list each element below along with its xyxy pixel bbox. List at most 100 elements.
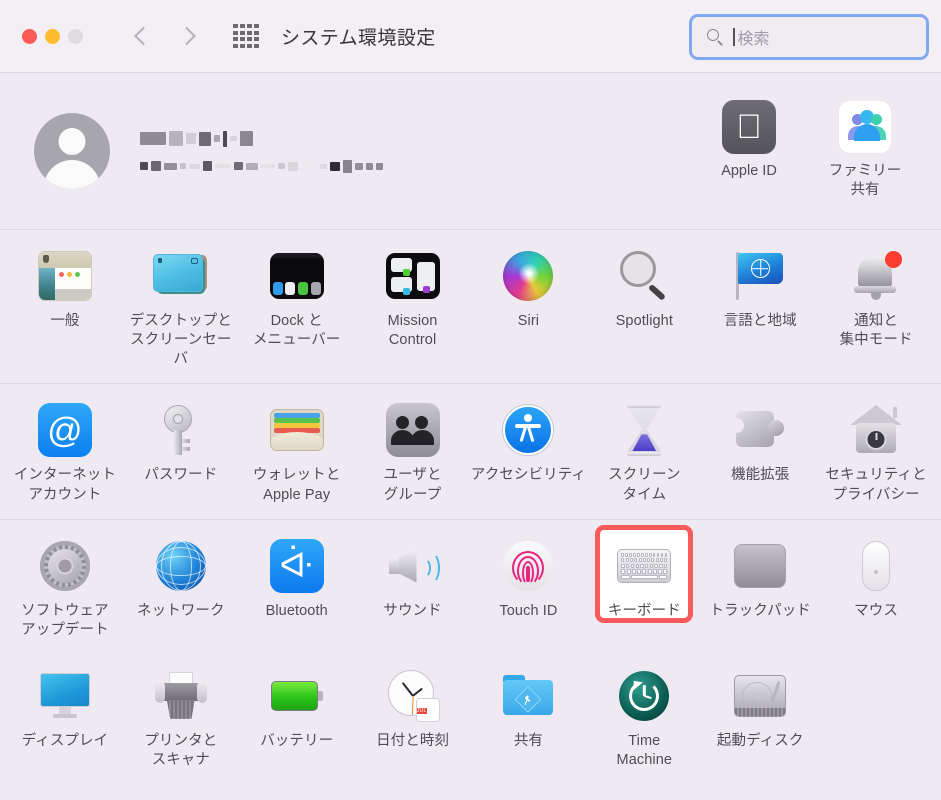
pref-sharing[interactable]: 共有 — [471, 650, 587, 780]
pref-spotlight[interactable]: Spotlight — [586, 230, 702, 379]
pref-printers-scanners[interactable]: プリンタと スキャナ — [123, 650, 239, 780]
wallet-applepay-icon — [269, 409, 324, 452]
pref-security-privacy[interactable]: セキュリティと プライバシー — [818, 384, 934, 514]
preferences-grid: @ インターネット アカウント パスワード ウォレットと Apple Pay ユ… — [0, 384, 941, 514]
pref-label: サウンド — [383, 602, 442, 619]
notification-badge — [885, 251, 903, 268]
pref-label: Spotlight — [615, 313, 673, 329]
pref-general[interactable]: 一般 — [7, 230, 123, 379]
desktop-screensaver-icon — [152, 253, 209, 299]
date-time-icon: JUL 17 — [386, 669, 440, 722]
general-icon — [37, 251, 92, 301]
pref-display[interactable]: ディスプレイ — [7, 650, 123, 780]
screen-time-icon — [625, 404, 663, 457]
pref-accessibility[interactable]: アクセシビリティ — [471, 384, 587, 514]
sharing-icon — [503, 674, 554, 717]
preferences-grid: 一般 デスクトップと スクリーンセーバ Dock と メニューバー Missio… — [0, 230, 941, 379]
apple-id-redacted — [140, 159, 383, 173]
pref-time-machine[interactable]: Time Machine — [586, 650, 702, 780]
navigation-arrows — [133, 23, 197, 49]
pref-desktop-screensaver[interactable]: デスクトップと スクリーンセーバ — [123, 230, 239, 379]
display-icon — [38, 672, 92, 719]
pref-label: Time Machine — [616, 732, 673, 768]
battery-icon — [270, 680, 323, 711]
account-section:  Apple ID ファミリー 共有 — [0, 73, 941, 229]
pref-label: Bluetooth — [265, 602, 328, 619]
pref-wallet-applepay[interactable]: ウォレットと Apple Pay — [239, 384, 355, 514]
calendar-day: 17 — [417, 719, 430, 721]
pref-label: Apple ID — [721, 163, 777, 179]
pref-bluetooth[interactable]: ᐚ Bluetooth — [239, 520, 355, 650]
pref-label: プリンタと スキャナ — [144, 732, 218, 768]
users-groups-icon — [385, 403, 440, 458]
pref-label: ファミリー 共有 — [828, 163, 902, 199]
pref-sound[interactable]: サウンド — [355, 520, 471, 650]
pref-language-region[interactable]: 言語と地域 — [702, 230, 818, 379]
pref-passwords[interactable]: パスワード — [123, 384, 239, 514]
mouse-icon — [862, 540, 891, 591]
minimize-button[interactable] — [45, 28, 60, 44]
pref-label: 通知と 集中モード — [839, 313, 913, 349]
software-update-icon — [39, 540, 90, 591]
close-button[interactable] — [22, 28, 37, 44]
search-placeholder: 検索 — [737, 31, 770, 48]
printers-scanners-icon — [154, 671, 208, 720]
pref-network[interactable]: ネットワーク — [123, 520, 239, 650]
pref-notifications-focus[interactable]: 通知と 集中モード — [818, 230, 934, 379]
pref-label: 言語と地域 — [723, 313, 797, 329]
pref-label: デスクトップと スクリーンセーバ — [129, 313, 232, 368]
pref-mouse[interactable]: マウス — [818, 520, 934, 650]
pref-label: マウス — [854, 602, 898, 619]
pref-label: インターネット アカウント — [13, 467, 117, 503]
pref-apple-id[interactable]:  Apple ID — [691, 99, 807, 200]
pref-label: セキュリティと プライバシー — [825, 467, 927, 503]
pref-mission-control[interactable]: Mission Control — [355, 230, 471, 379]
extensions-icon — [729, 407, 786, 453]
pref-label: ウォレットと Apple Pay — [252, 467, 341, 503]
pref-label: ディスプレイ — [21, 732, 109, 749]
window-titlebar: システム環境設定 検索 — [0, 0, 941, 73]
startup-disk-icon — [734, 674, 787, 717]
pref-label: 日付と時刻 — [376, 732, 450, 749]
pref-dock-menubar[interactable]: Dock と メニューバー — [239, 230, 355, 379]
pref-software-update[interactable]: ソフトウェア アップデート — [7, 520, 123, 650]
forward-chevron-icon[interactable] — [179, 23, 197, 49]
show-all-grid-icon[interactable] — [233, 24, 259, 48]
family-sharing-icon — [838, 100, 892, 154]
search-field[interactable]: 検索 — [689, 14, 929, 60]
sound-icon — [386, 544, 440, 588]
keyboard-icon — [617, 548, 672, 583]
accessibility-icon — [503, 405, 554, 456]
pref-label: 共有 — [513, 732, 544, 749]
siri-icon — [503, 251, 554, 301]
language-region-icon — [733, 251, 787, 301]
pref-internet-accounts[interactable]: @ インターネット アカウント — [7, 384, 123, 514]
spotlight-icon — [618, 250, 670, 302]
pref-keyboard[interactable]: キーボード — [586, 520, 702, 650]
pref-touch-id[interactable]: Touch ID — [471, 520, 587, 650]
pref-siri[interactable]: Siri — [471, 230, 587, 379]
pref-label: スクリーン タイム — [608, 467, 681, 503]
pref-label: Mission Control — [387, 313, 438, 349]
pref-users-groups[interactable]: ユーザと グループ — [355, 384, 471, 514]
pref-family-sharing[interactable]: ファミリー 共有 — [807, 99, 923, 200]
pref-label: ネットワーク — [137, 602, 225, 619]
internet-accounts-icon: @ — [37, 403, 92, 458]
preferences-section-accounts: @ インターネット アカウント パスワード ウォレットと Apple Pay ユ… — [0, 383, 941, 518]
dock-menubar-icon — [269, 253, 324, 299]
pref-screen-time[interactable]: スクリーン タイム — [586, 384, 702, 514]
preferences-section-personalization: 一般 デスクトップと スクリーンセーバ Dock と メニューバー Missio… — [0, 229, 941, 383]
zoom-button[interactable] — [68, 28, 83, 44]
notifications-focus-icon — [850, 251, 903, 301]
preferences-section-hardware: ソフトウェア アップデート ネットワーク ᐚ Bluetooth サウンド To… — [0, 518, 941, 785]
pref-startup-disk[interactable]: 起動ディスク — [702, 650, 818, 780]
pref-date-time[interactable]: JUL 17 日付と時刻 — [355, 650, 471, 780]
pref-battery[interactable]: バッテリー — [239, 650, 355, 780]
pref-label: Touch ID — [499, 602, 558, 619]
pref-extensions[interactable]: 機能拡張 — [702, 384, 818, 514]
pref-trackpad[interactable]: トラックパッド — [702, 520, 818, 650]
bluetooth-icon: ᐚ — [269, 538, 324, 593]
avatar[interactable] — [34, 113, 110, 189]
account-shortcuts:  Apple ID ファミリー 共有 — [691, 99, 923, 200]
back-chevron-icon[interactable] — [133, 23, 151, 49]
